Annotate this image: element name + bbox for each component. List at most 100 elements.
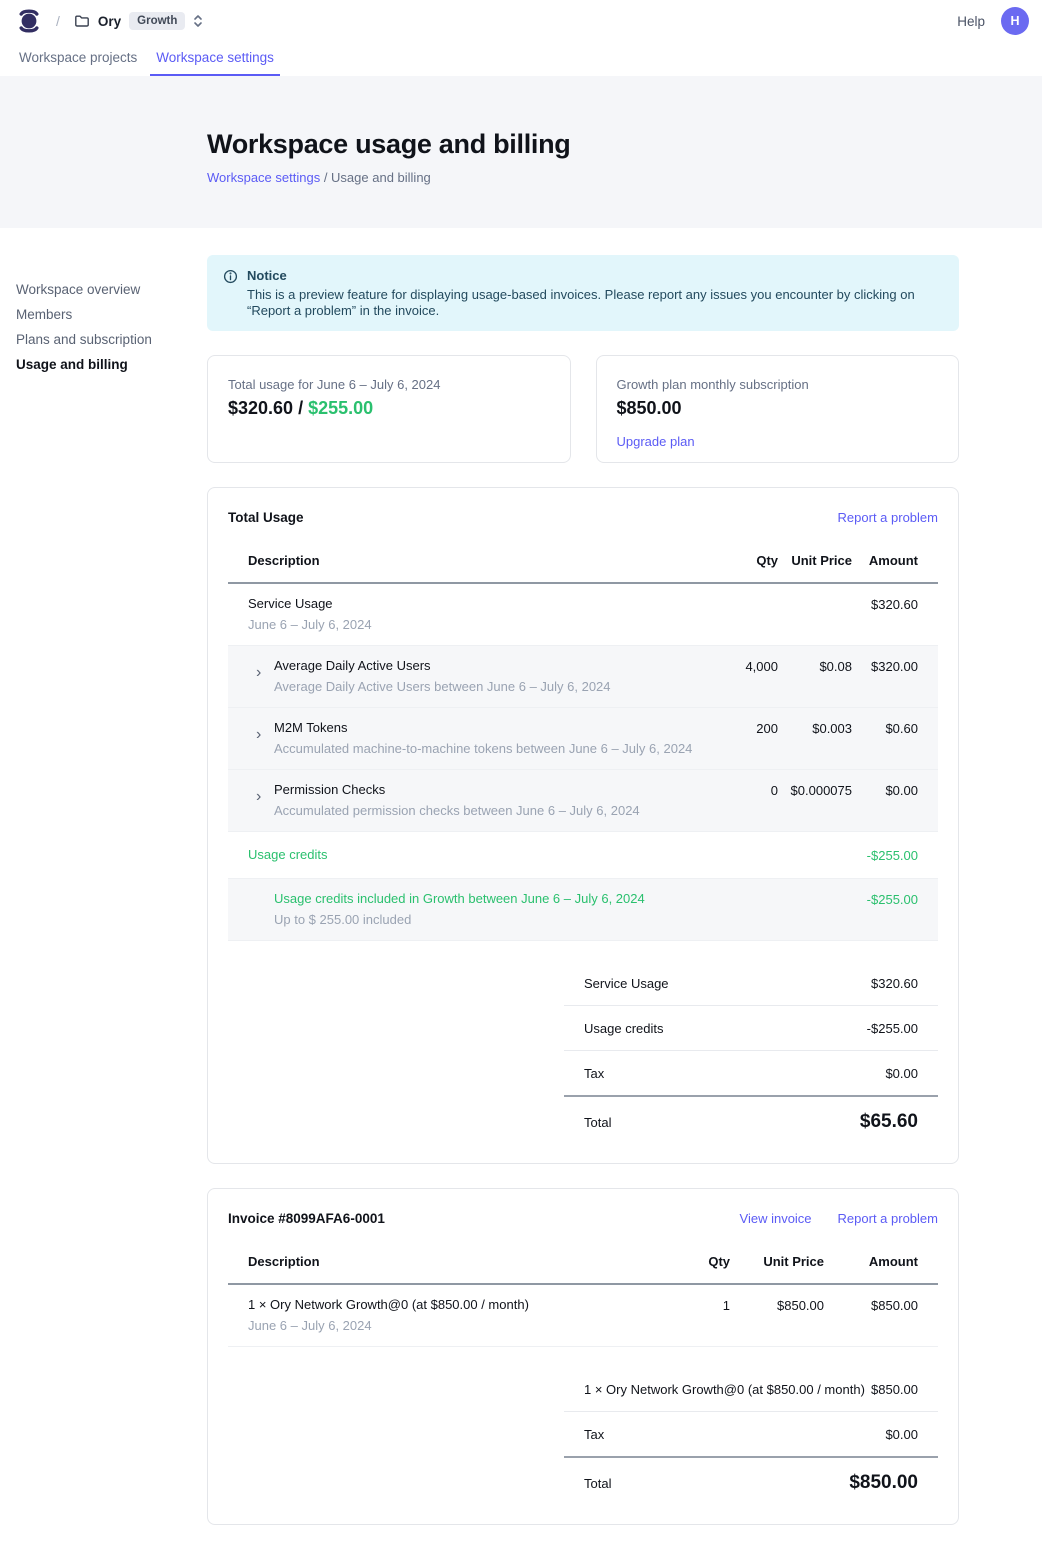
row-title: M2M Tokens (274, 720, 692, 736)
row-unit-price: $0.08 (778, 658, 852, 674)
breadcrumb-separator: / (56, 13, 60, 29)
col-amount: Amount (824, 1254, 918, 1269)
row-subtitle: Up to $ 255.00 included (274, 912, 722, 928)
settings-sidebar: Workspace overview Members Plans and sub… (16, 282, 152, 373)
view-invoice-link[interactable]: View invoice (740, 1211, 812, 1226)
usage-report-problem-link[interactable]: Report a problem (838, 510, 938, 525)
chevron-right-icon[interactable]: › (256, 720, 264, 757)
usage-table-header: Description Qty Unit Price Amount (228, 541, 938, 584)
total-label: Total (584, 1476, 611, 1491)
ory-logo[interactable] (16, 6, 42, 36)
row-unit-price (778, 596, 852, 597)
invoice-totals: 1 × Ory Network Growth@0 (at $850.00 / m… (564, 1367, 938, 1514)
col-description: Description (248, 1254, 680, 1269)
breadcrumb-sep: / (320, 170, 331, 185)
row-title: Usage credits (248, 847, 722, 863)
table-row[interactable]: › Average Daily Active Users Average Dai… (228, 646, 938, 708)
row-subtitle: Accumulated permission checks between Ju… (274, 803, 640, 819)
row-unit-price (778, 891, 852, 892)
workspace-switcher[interactable]: Ory Growth (74, 12, 204, 30)
notice-body: This is a preview feature for displaying… (247, 287, 941, 319)
sidebar-item-plans-and-subscription[interactable]: Plans and subscription (16, 332, 152, 348)
totals-value: -$255.00 (867, 1021, 918, 1036)
totals-row: Tax $0.00 (564, 1412, 938, 1458)
upgrade-plan-link[interactable]: Upgrade plan (617, 434, 695, 449)
invoice-report-problem-link[interactable]: Report a problem (838, 1211, 938, 1226)
row-title: 1 × Ory Network Growth@0 (at $850.00 / m… (248, 1297, 680, 1313)
row-subtitle: June 6 – July 6, 2024 (248, 617, 722, 633)
table-row: Usage credits -$255.00 (228, 832, 938, 879)
usage-separator: / (293, 398, 308, 418)
col-unit-price: Unit Price (730, 1254, 824, 1269)
help-link[interactable]: Help (957, 14, 985, 29)
breadcrumb-workspace-settings-link[interactable]: Workspace settings (207, 170, 320, 185)
totals-row: Service Usage $320.60 (564, 961, 938, 1006)
row-title: Permission Checks (274, 782, 640, 798)
invoice-table-header: Description Qty Unit Price Amount (228, 1242, 938, 1285)
row-subtitle: June 6 – July 6, 2024 (248, 1318, 680, 1334)
row-unit-price: $0.000075 (778, 782, 852, 798)
total-usage-card-value: $320.60 / $255.00 (228, 398, 550, 419)
row-amount: $0.60 (852, 720, 918, 736)
row-qty (722, 891, 778, 892)
totals-label: 1 × Ory Network Growth@0 (at $850.00 / m… (584, 1382, 865, 1397)
total-value: $850.00 (849, 1472, 918, 1494)
folder-icon (74, 13, 90, 29)
row-qty (722, 596, 778, 597)
table-row[interactable]: › M2M Tokens Accumulated machine-to-mach… (228, 708, 938, 770)
avatar[interactable]: H (1001, 7, 1029, 35)
tab-workspace-projects[interactable]: Workspace projects (13, 42, 143, 76)
subscription-card-value: $850.00 (617, 398, 939, 419)
row-subtitle: Average Daily Active Users between June … (274, 679, 611, 695)
hero-section: Workspace usage and billing Workspace se… (0, 76, 1042, 228)
totals-label: Usage credits (584, 1021, 663, 1036)
subscription-card: Growth plan monthly subscription $850.00… (596, 355, 960, 463)
row-unit-price: $0.003 (778, 720, 852, 736)
col-unit-price: Unit Price (778, 553, 852, 568)
row-title: Usage credits included in Growth between… (274, 891, 722, 907)
row-amount: $850.00 (824, 1297, 918, 1313)
row-qty: 1 (680, 1297, 730, 1313)
total-value: $65.60 (860, 1111, 918, 1133)
totals-row: 1 × Ory Network Growth@0 (at $850.00 / m… (564, 1367, 938, 1412)
totals-value: $850.00 (871, 1382, 918, 1397)
row-amount: -$255.00 (852, 891, 918, 907)
row-amount: $0.00 (852, 782, 918, 798)
row-title: Service Usage (248, 596, 722, 612)
totals-row: Usage credits -$255.00 (564, 1006, 938, 1051)
content-layout: Workspace overview Members Plans and sub… (0, 255, 1042, 1541)
chevron-right-icon[interactable]: › (256, 782, 264, 819)
totals-value: $320.60 (871, 976, 918, 991)
breadcrumb: Workspace settings / Usage and billing (207, 170, 1042, 185)
sidebar-item-usage-and-billing[interactable]: Usage and billing (16, 357, 152, 373)
row-unit-price (778, 847, 852, 848)
totals-row: Tax $0.00 (564, 1051, 938, 1097)
total-usage-card: Total usage for June 6 – July 6, 2024 $3… (207, 355, 571, 463)
col-qty: Qty (680, 1254, 730, 1269)
sidebar-item-members[interactable]: Members (16, 307, 152, 323)
table-row[interactable]: › Permission Checks Accumulated permissi… (228, 770, 938, 832)
col-amount: Amount (852, 553, 918, 568)
subscription-card-label: Growth plan monthly subscription (617, 377, 939, 392)
table-row: 1 × Ory Network Growth@0 (at $850.00 / m… (228, 1285, 938, 1347)
row-qty: 4,000 (722, 658, 778, 674)
total-usage-panel: Total Usage Report a problem Description… (207, 487, 959, 1164)
info-icon (223, 268, 238, 319)
usage-totals: Service Usage $320.60 Usage credits -$25… (564, 961, 938, 1153)
chevron-updown-icon (193, 14, 203, 28)
tab-workspace-settings[interactable]: Workspace settings (150, 42, 280, 76)
col-description: Description (248, 553, 722, 568)
total-label: Total (584, 1115, 611, 1130)
total-usage-card-label: Total usage for June 6 – July 6, 2024 (228, 377, 550, 392)
table-row: Usage credits included in Growth between… (228, 879, 938, 941)
invoice-panel-title: Invoice #8099AFA6-0001 (228, 1211, 385, 1226)
row-unit-price: $850.00 (730, 1297, 824, 1313)
chevron-right-icon[interactable]: › (256, 658, 264, 695)
breadcrumb-current: Usage and billing (331, 170, 431, 185)
plan-badge: Growth (129, 12, 185, 30)
row-title: Average Daily Active Users (274, 658, 611, 674)
sidebar-item-workspace-overview[interactable]: Workspace overview (16, 282, 152, 298)
tabbar: Workspace projects Workspace settings (0, 42, 1042, 76)
usage-used-amount: $320.60 (228, 398, 293, 418)
notice-title: Notice (247, 268, 941, 283)
